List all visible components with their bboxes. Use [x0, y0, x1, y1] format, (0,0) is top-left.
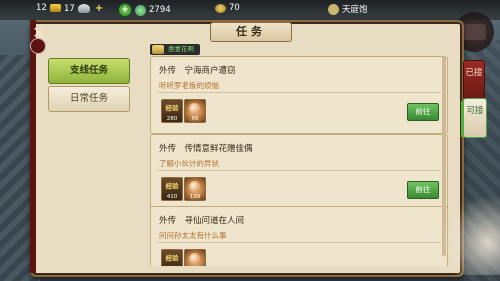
gold-resource: 12: [36, 3, 64, 13]
badge-text: 惠妻花啊: [168, 45, 194, 53]
silver-ingot-icon: [77, 4, 90, 13]
goto-button[interactable]: 前往: [407, 181, 439, 199]
exp-amount: 410: [166, 194, 178, 200]
tab-accepted[interactable]: 已接: [463, 60, 485, 100]
quest-category-column: 支线任务 日常任务: [38, 46, 138, 268]
item-amount: 56: [191, 116, 199, 122]
add-silver-button[interactable]: +: [95, 3, 103, 14]
quest-title: 外传 传情意鲜花赠佳偶: [159, 144, 253, 154]
quest-card[interactable]: 外传 传情意鲜花赠佳偶 了解小伙计的异状 经验 410 139 前往: [150, 134, 448, 212]
stamina-count: 70: [229, 3, 240, 13]
tab-daily-quests[interactable]: 日常任务: [48, 86, 130, 112]
location-display: 天庭饱: [328, 3, 368, 15]
item-reward[interactable]: 56: [184, 99, 206, 123]
goto-button[interactable]: 前往: [407, 103, 439, 121]
exp-label: 经验: [165, 104, 179, 112]
coin-icon: [189, 253, 200, 264]
item-amount: 139: [189, 194, 201, 200]
close-button[interactable]: ✕: [30, 24, 48, 42]
exp-label: 经验: [165, 182, 179, 190]
quest-description: 听听罗老板的烦恼: [159, 81, 219, 90]
divider: [157, 170, 441, 171]
exp-reward[interactable]: 经验 280: [161, 99, 183, 123]
quest-description: 了解小伙计的异状: [159, 159, 219, 168]
location-icon: [328, 3, 339, 15]
exp-amount: 280: [166, 116, 178, 122]
window-left-border: [30, 20, 36, 273]
coin-icon: [189, 181, 200, 192]
jade-count: 2794: [149, 5, 171, 15]
tab-side-quests[interactable]: 支线任务: [48, 58, 130, 84]
exp-reward[interactable]: 经验: [161, 249, 183, 266]
silver-resource: 17 +: [64, 3, 103, 14]
quest-title: 外传 寻仙问道在人间: [159, 216, 245, 226]
quest-description: 问问孙太太有什么事: [159, 231, 227, 240]
divider: [157, 92, 441, 93]
resource-bar: 12 17 + + 2794 70 天庭饱: [0, 0, 500, 20]
gold-count: 12: [36, 3, 47, 13]
quest-list[interactable]: 外传 宁海商户遭窃 听听罗老板的烦恼 经验 280 56 前往 外传 传情意鲜花…: [150, 52, 448, 266]
ink-brush-decoration: [440, 195, 500, 275]
window-title: 任务: [210, 22, 292, 42]
jade-resource: + 2794: [118, 3, 171, 17]
add-jade-button[interactable]: +: [118, 3, 132, 17]
exp-label: 经验: [165, 254, 179, 262]
location-name: 天庭饱: [342, 5, 368, 15]
item-reward[interactable]: [184, 249, 206, 266]
silver-count: 17: [64, 3, 75, 14]
coin-icon: [189, 103, 200, 114]
item-reward[interactable]: 139: [184, 177, 206, 201]
exp-reward[interactable]: 经验 410: [161, 177, 183, 201]
stamina-icon: [215, 3, 226, 13]
quest-card[interactable]: 外传 寻仙问道在人间 问问孙太太有什么事 经验: [150, 206, 448, 266]
quest-tag-badge: 惠妻花啊: [150, 44, 200, 55]
stamina-resource: 70: [212, 3, 240, 13]
divider: [157, 242, 441, 243]
gold-ingot-icon: [49, 4, 61, 12]
quest-title: 外传 宁海商户遭窃: [159, 66, 236, 76]
tab-available[interactable]: 可接: [461, 98, 487, 138]
jade-icon: [135, 4, 146, 16]
tag-icon: [152, 45, 164, 54]
quest-card[interactable]: 外传 宁海商户遭窃 听听罗老板的烦恼 经验 280 56 前往: [150, 56, 448, 134]
